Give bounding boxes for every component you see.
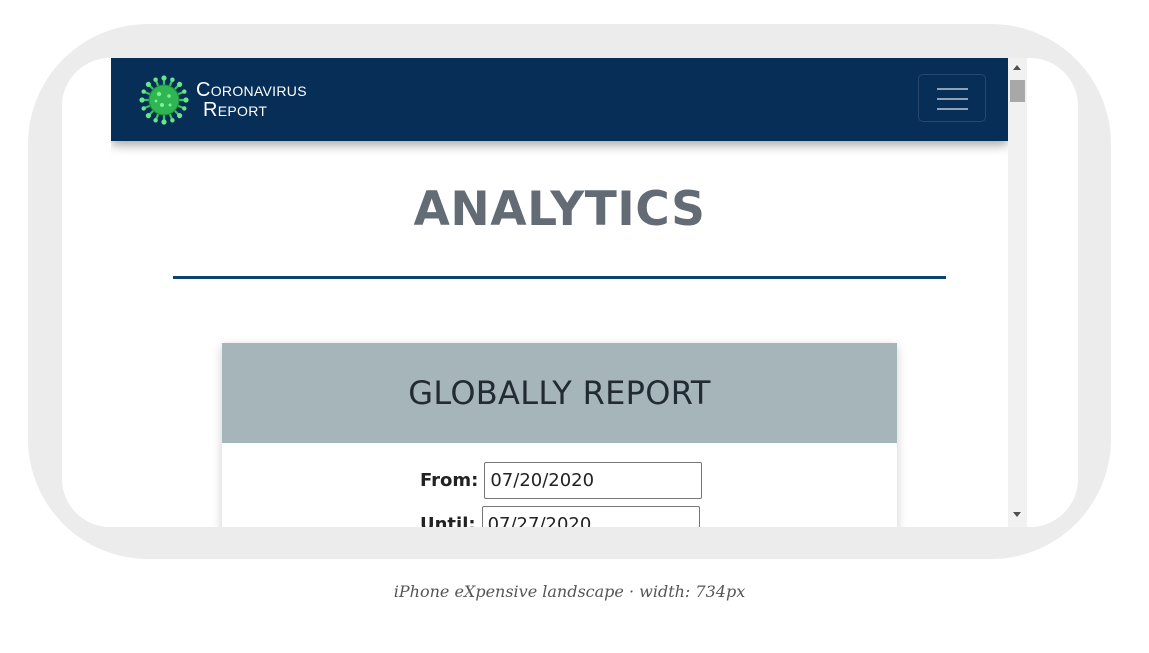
virus-icon	[138, 74, 190, 126]
from-label: From:	[420, 470, 479, 491]
phone-screen: Coronavirus Report ANALYTICS GLOBALLY RE…	[62, 58, 1078, 527]
brand-line-2: Report	[203, 99, 268, 121]
scrollbar-thumb[interactable]	[1010, 80, 1025, 102]
title-divider	[173, 276, 946, 279]
from-date-input[interactable]	[484, 462, 703, 499]
brand-text: Coronavirus Report	[196, 80, 307, 120]
until-date-row: Until:	[420, 506, 700, 527]
vertical-scrollbar[interactable]	[1008, 58, 1027, 527]
scroll-down-arrow-icon[interactable]	[1013, 512, 1021, 517]
until-label: Until:	[420, 514, 476, 527]
navbar-toggle-button[interactable]	[918, 74, 986, 122]
from-date-row: From:	[420, 462, 703, 499]
global-report-card: GLOBALLY REPORT From: Until:	[222, 343, 897, 527]
card-header: GLOBALLY REPORT	[222, 343, 897, 443]
page-viewport: Coronavirus Report ANALYTICS GLOBALLY RE…	[111, 58, 1008, 527]
scroll-up-arrow-icon[interactable]	[1013, 65, 1021, 70]
device-caption: iPhone eXpensive landscape · width: 734p…	[393, 582, 746, 601]
navbar: Coronavirus Report	[111, 58, 1008, 141]
brand-link[interactable]: Coronavirus Report	[138, 74, 307, 126]
page-title: ANALYTICS	[413, 182, 706, 237]
brand-line-1: Coronavirus	[196, 79, 307, 101]
until-date-input[interactable]	[481, 506, 700, 527]
card-title: GLOBALLY REPORT	[408, 374, 711, 412]
